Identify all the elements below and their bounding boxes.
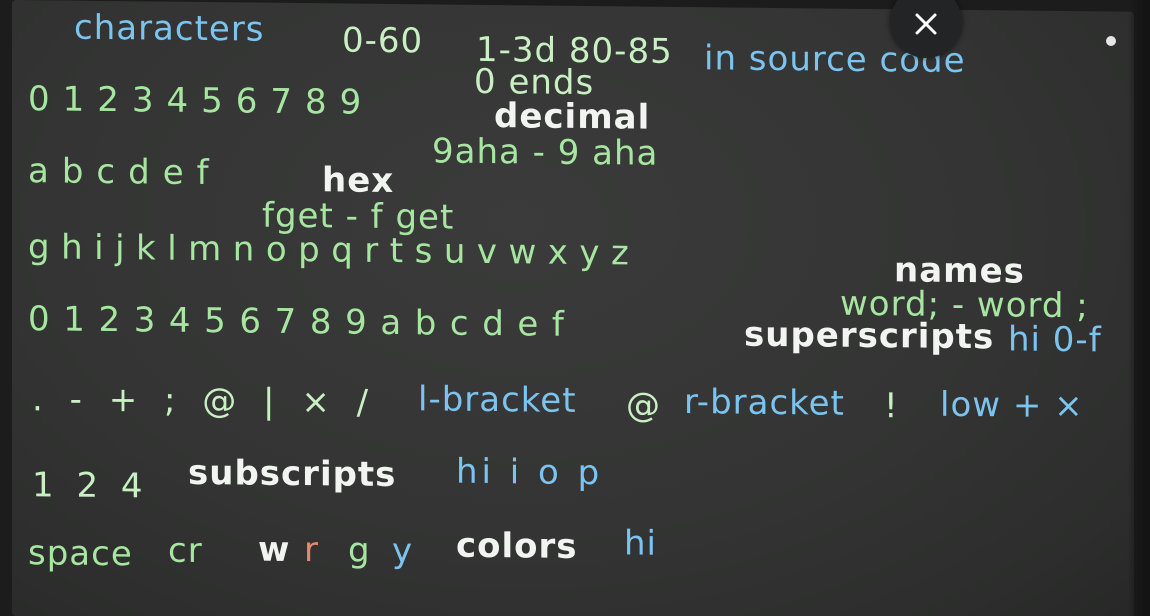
decimal-example: 9aha - 9 aha xyxy=(432,131,659,174)
l-bracket-label: l-bracket xyxy=(418,379,577,421)
color-yellow: y xyxy=(392,530,414,572)
decimal-label: decimal xyxy=(494,96,651,138)
video-frame: characters 0-60 1-3d 80-85 in source cod… xyxy=(0,0,1150,616)
superscripts-suffix: hi 0-f xyxy=(1008,319,1102,361)
crt-screen: characters 0-60 1-3d 80-85 in source cod… xyxy=(12,0,1134,616)
punctuation-chars: . - + ; @ | × / xyxy=(32,379,377,423)
subscripts-suffix: hi i o p xyxy=(456,451,604,494)
name-letters: ghijklmnopqrtsuvwxyz xyxy=(28,227,641,274)
indicator-dot xyxy=(1106,36,1116,46)
color-green: g xyxy=(348,530,371,571)
subscripts-label: subscripts xyxy=(188,452,397,496)
hex-label: hex xyxy=(322,160,395,202)
names-label: names xyxy=(894,250,1025,292)
space-label: space xyxy=(28,533,133,575)
cr-label: cr xyxy=(168,530,203,571)
screen-bezel-edge xyxy=(1128,0,1150,616)
colors-label: colors xyxy=(456,525,578,567)
l-bracket-symbol: @ xyxy=(626,385,661,426)
low-label: low + × xyxy=(940,384,1084,427)
hex-letters: abcdef xyxy=(28,151,222,194)
r-bracket-label: r-bracket xyxy=(684,382,845,424)
range-a: 0-60 xyxy=(342,20,424,62)
color-white: w xyxy=(258,529,291,570)
superscripts-label: superscripts xyxy=(744,314,995,358)
decimal-digits: 0123456789 xyxy=(28,79,375,123)
subscript-digits: 1 2 4 xyxy=(32,465,149,507)
characters-heading: characters xyxy=(74,7,265,50)
color-red: r xyxy=(304,530,319,571)
ends-label: 0 ends xyxy=(474,61,595,104)
colors-suffix: hi xyxy=(624,523,657,564)
close-icon xyxy=(915,13,937,35)
superscript-chars: 0123456789abcdef xyxy=(28,299,578,345)
r-bracket-symbol: ! xyxy=(884,386,899,427)
